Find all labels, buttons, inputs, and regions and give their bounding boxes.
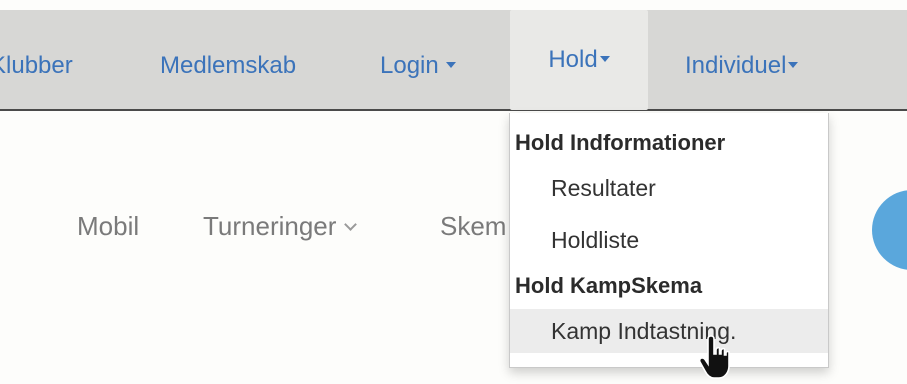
top-strip (0, 0, 907, 10)
nav-individuel-label: Individuel (685, 52, 787, 79)
nav-login-dropdown[interactable]: Login (380, 20, 456, 111)
subnav-turneringer-label: Turneringer (203, 211, 337, 241)
caret-down-icon (788, 61, 799, 68)
subnav-turneringer[interactable]: Turneringer (203, 211, 358, 242)
menu-item-label: Resultater (551, 175, 656, 201)
menu-item-holdliste[interactable]: Holdliste (510, 218, 828, 262)
nav-medlemskab-label: Medlemskab (160, 52, 297, 79)
hold-dropdown-menu: Hold Indformationer Resultater Holdliste… (509, 113, 829, 368)
nav-medlemskab[interactable]: Medlemskab (160, 20, 296, 111)
menu-item-resultater[interactable]: Resultater (510, 166, 828, 210)
menu-item-kamp-indtastning[interactable]: Kamp Indtastning. (510, 309, 828, 353)
caret-down-icon (599, 55, 610, 62)
subnav-skema-label: Skem (440, 211, 507, 241)
main-navbar: Klubber Medlemskab Login Hold Individuel (0, 10, 907, 111)
dropdown-header-info: Hold Indformationer (515, 130, 726, 155)
avatar-circle[interactable] (872, 190, 907, 270)
chevron-down-icon (344, 218, 358, 231)
subnav-mobil-label: Mobil (77, 211, 140, 241)
nav-hold-dropdown[interactable]: Hold (510, 10, 648, 110)
nav-login-label: Login (380, 52, 439, 79)
subnav-mobil[interactable]: Mobil (77, 211, 139, 242)
nav-klubber-label: Klubber (0, 52, 73, 79)
menu-item-label: Holdliste (551, 227, 640, 253)
nav-hold-label: Hold (548, 46, 598, 73)
caret-down-icon (445, 61, 456, 68)
subnav-skema[interactable]: Skem (440, 211, 506, 242)
nav-klubber[interactable]: Klubber (0, 20, 73, 111)
dropdown-header-kampskema: Hold KampSkema (515, 273, 703, 298)
hand-pointer-icon (698, 335, 730, 379)
nav-individuel-dropdown[interactable]: Individuel (685, 20, 799, 111)
